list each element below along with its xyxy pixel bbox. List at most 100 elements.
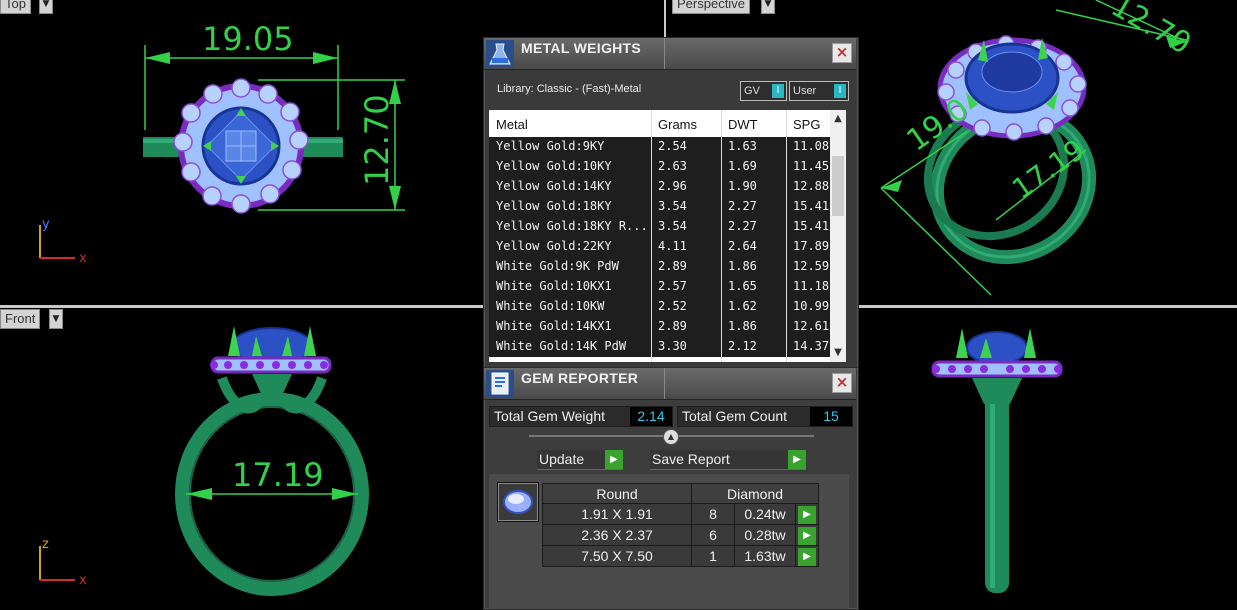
dim-height-text: 12.70	[358, 94, 396, 186]
metal-cell-dwt: 2.27	[728, 219, 757, 233]
dim-width-text: 19.05	[202, 20, 294, 58]
metal-cell-grams: 2.96	[658, 179, 687, 193]
metal-cell-dwt: 1.69	[728, 159, 757, 173]
metal-cell-metal: White Gold:9K PdW	[496, 259, 619, 273]
save-report-button-label: Save Report	[652, 451, 730, 467]
gem-cell-count: 8	[691, 503, 735, 525]
update-button[interactable]: Update ▶	[537, 450, 623, 470]
toggle-knob-icon: I	[834, 84, 846, 98]
metal-row[interactable]: Yellow Gold:22KY 4.11 2.64 17.89	[489, 237, 830, 257]
metal-table-header: Metal Grams DWT SPG	[489, 110, 830, 137]
metal-row[interactable]: White Gold:14K PdW 3.30 2.12 14.37	[489, 337, 830, 357]
metal-cell-dwt: 1.62	[728, 299, 757, 313]
metal-cell-dwt: 1.63	[728, 139, 757, 153]
metal-cell-dwt: 1.65	[728, 279, 757, 293]
gem-material-header: Diamond	[691, 483, 819, 504]
library-label: Library: Classic - (Fast)-Metal	[497, 83, 642, 95]
gem-cell-size: 1.91 X 1.91	[542, 503, 692, 525]
slider-knob-icon[interactable]: ▲	[663, 429, 679, 445]
metal-weights-titlebar[interactable]: METAL WEIGHTS ×	[484, 38, 856, 70]
gem-row-action[interactable]: ▶	[795, 524, 819, 546]
gv-toggle-label: GV	[744, 85, 760, 97]
axis-label-x: x	[79, 573, 87, 588]
close-icon[interactable]: ×	[832, 373, 852, 393]
metal-cell-grams: 2.63	[658, 159, 687, 173]
total-gem-weight: Total Gem Weight 2.14	[489, 406, 673, 427]
metal-table-scrollbar[interactable]: ▲ ▼	[830, 110, 846, 362]
metal-cell-dwt: 1.86	[728, 259, 757, 273]
metal-cell-spg: 14.37	[793, 339, 830, 353]
axis-label-x: x	[79, 251, 87, 266]
metal-cell-spg: 11.45	[793, 159, 830, 173]
total-gem-weight-label: Total Gem Weight	[494, 408, 606, 424]
col-header-metal[interactable]: Metal	[496, 117, 528, 132]
metal-row[interactable]: White Gold:14KX1 2.89 1.86 12.61	[489, 317, 830, 337]
scroll-down-icon[interactable]: ▼	[832, 346, 844, 360]
total-gem-count: Total Gem Count 15	[677, 406, 853, 427]
metal-cell-grams: 2.57	[658, 279, 687, 293]
metal-cell-dwt: 2.64	[728, 239, 757, 253]
metal-row[interactable]: Yellow Gold:18KY 3.54 2.27 15.41	[489, 197, 830, 217]
close-icon[interactable]: ×	[832, 43, 852, 63]
save-report-button[interactable]: Save Report ▶	[650, 450, 806, 470]
metal-cell-grams: 2.89	[658, 259, 687, 273]
scroll-up-icon[interactable]: ▲	[832, 112, 844, 126]
gem-row: 2.36 X 2.37 6 0.28tw ▶	[542, 524, 819, 546]
toggle-knob-icon: I	[772, 84, 784, 98]
gem-cell-weight: 0.28tw	[734, 524, 796, 546]
gem-shape-header: Round	[542, 483, 692, 504]
col-header-grams[interactable]: Grams	[658, 117, 697, 132]
axis-label-z: z	[42, 537, 49, 552]
metal-row[interactable]: Yellow Gold:18KY R... 3.54 2.27 15.41	[489, 217, 830, 237]
metal-row[interactable]: White Gold:9K PdW 2.89 1.86 12.59	[489, 257, 830, 277]
metal-row[interactable]: Yellow Gold:10KY 2.63 1.69 11.45	[489, 157, 830, 177]
play-icon: ▶	[788, 450, 806, 469]
update-button-label: Update	[539, 451, 585, 467]
col-header-spg[interactable]: SPG	[793, 117, 820, 132]
total-gem-count-value: 15	[810, 407, 852, 426]
dim-inner-text: 17.19	[232, 456, 324, 494]
play-icon[interactable]: ▶	[798, 548, 816, 566]
user-toggle[interactable]: User I	[789, 81, 849, 101]
play-icon[interactable]: ▶	[798, 527, 816, 545]
metal-cell-grams: 2.52	[658, 299, 687, 313]
metal-row[interactable]: White Gold:10KX1 2.57 1.65 11.18	[489, 277, 830, 297]
metal-cell-spg: 11.08	[793, 139, 830, 153]
metal-cell-metal: Yellow Gold:18KY	[496, 199, 612, 213]
metal-cell-metal: Yellow Gold:9KY	[496, 139, 605, 153]
metal-row[interactable]: Yellow Gold:9KY 2.54 1.63 11.08	[489, 137, 830, 157]
metal-cell-spg: 10.99	[793, 299, 830, 313]
metal-cell-spg: 12.88	[793, 179, 830, 193]
metal-cell-metal: White Gold:10KX1	[496, 279, 612, 293]
scroll-thumb[interactable]	[832, 156, 844, 216]
round-gem-icon[interactable]	[497, 482, 539, 522]
gem-cell-size: 2.36 X 2.37	[542, 524, 692, 546]
gem-list: Round Diamond 1.91 X 1.91 8 0.24tw ▶ 2.36 X …	[489, 474, 849, 609]
metal-cell-metal: White Gold:14K PdW	[496, 339, 627, 353]
gem-row-action[interactable]: ▶	[795, 503, 819, 525]
metal-row[interactable]: White Gold:10KW 2.52 1.62 10.99	[489, 297, 830, 317]
report-icon	[486, 370, 514, 397]
play-icon[interactable]: ▶	[798, 506, 816, 524]
metal-cell-grams: 2.54	[658, 139, 687, 153]
metal-cell-metal: White Gold:10KW	[496, 299, 605, 313]
metal-cell-metal: Yellow Gold:18KY R...	[496, 219, 646, 233]
gem-cell-weight: 1.63tw	[734, 545, 796, 567]
gem-cell-size: 7.50 X 7.50	[542, 545, 692, 567]
gem-cell-weight: 0.24tw	[734, 503, 796, 525]
gem-reporter-titlebar[interactable]: GEM REPORTER ×	[484, 368, 856, 400]
metal-cell-dwt: 2.12	[728, 339, 757, 353]
metal-cell-spg: 15.41	[793, 199, 830, 213]
metal-cell-spg: 11.18	[793, 279, 830, 293]
gem-cell-count: 1	[691, 545, 735, 567]
metal-cell-spg: 17.89	[793, 239, 830, 253]
gem-cell-count: 6	[691, 524, 735, 546]
gv-toggle[interactable]: GV I	[740, 81, 787, 101]
axis-label-y: y	[42, 217, 50, 232]
gem-row-action[interactable]: ▶	[795, 545, 819, 567]
metal-cell-grams: 4.11	[658, 239, 687, 253]
metal-row[interactable]: Yellow Gold:14KY 2.96 1.90 12.88	[489, 177, 830, 197]
metal-cell-dwt: 2.27	[728, 199, 757, 213]
metal-table: Metal Grams DWT SPG Yellow Gold:9KY 2.54 1…	[489, 110, 830, 362]
col-header-dwt[interactable]: DWT	[728, 117, 758, 132]
